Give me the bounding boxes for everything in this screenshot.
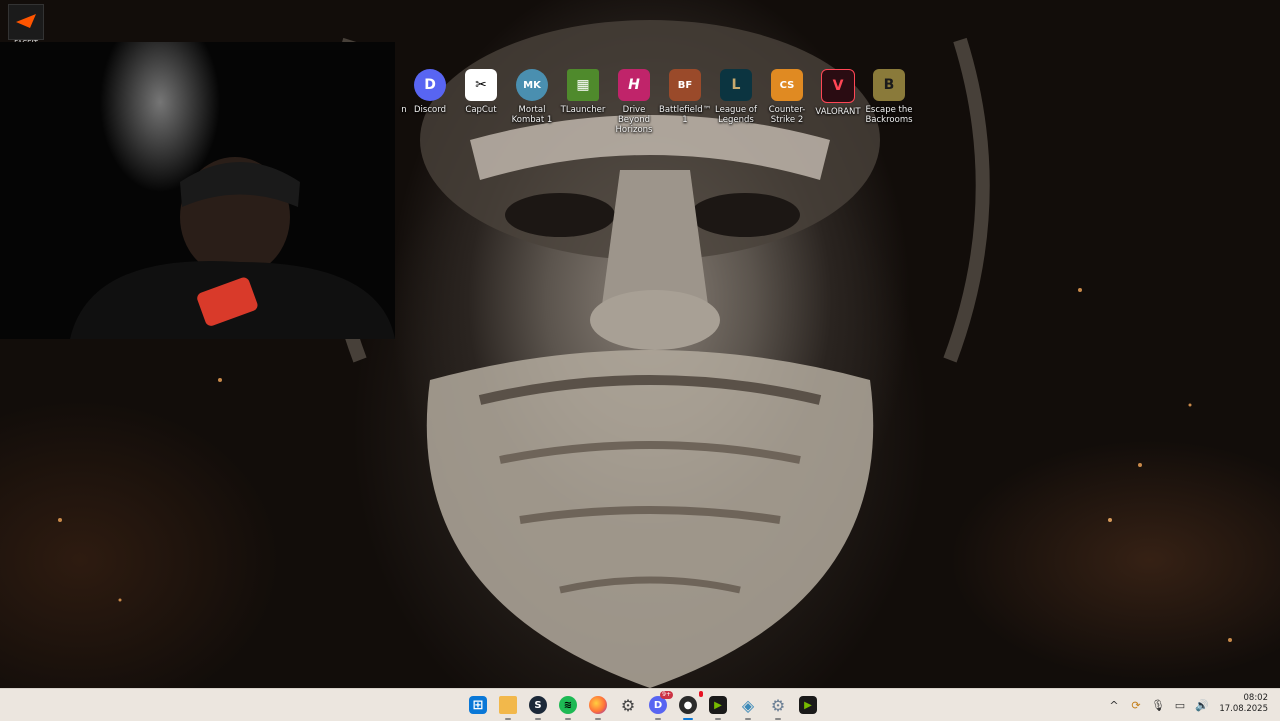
nvidia-icon: ▶ [799,696,817,714]
clock-time: 08:02 [1243,693,1269,703]
desktop-icon-counter-strike[interactable]: CS Counter-Strike 2 [761,68,813,125]
desktop-icon-label: Battlefield™ 1 [659,105,712,125]
taskbar-apps: ⊞ S ≋ ⚙ D 9+ ● ▶ ◈ ⚙ ▶ [466,691,820,720]
desktop-icon-label: Mortal Kombat 1 [511,105,553,125]
desktop-icon-mortal-kombat[interactable]: MK Mortal Kombat 1 [506,68,558,125]
start-button[interactable]: ⊞ [466,693,490,717]
display-icon[interactable]: ▭ [1172,697,1188,713]
gear-icon: ⚙ [620,695,636,715]
desktop-icon-escape-backrooms[interactable]: B Escape the Backrooms [863,68,915,125]
discord-icon: D [414,69,446,101]
chevron-up-icon[interactable]: ^ [1106,697,1122,713]
desktop-icon-label: Discord [414,105,446,115]
faceit-icon [16,14,36,28]
drive-beyond-horizons-icon: H [618,69,650,101]
taskbar-network-app[interactable]: ◈ [736,693,760,720]
capcut-icon: ✂ [465,69,497,101]
nvidia-icon: ▶ [709,696,727,714]
taskbar-spotify[interactable]: ≋ [556,693,580,720]
desktop-icon-label: VALORANT [815,107,861,117]
volume-icon[interactable]: 🔊 [1194,697,1210,713]
mortal-kombat-icon: MK [516,69,548,101]
escape-backrooms-icon: B [873,69,905,101]
windows-start-icon: ⊞ [469,696,487,714]
taskbar-settings[interactable]: ⚙ [616,693,640,717]
desktop-icon-capcut[interactable]: ✂ CapCut [455,68,507,115]
folder-icon [499,696,517,714]
desktop-icon-label: Escape the Backrooms [865,105,913,125]
desktop-icon-tlauncher[interactable]: ▦ TLauncher [557,68,609,115]
battlefield-icon: BF [669,69,701,101]
desktop-icon-valorant[interactable]: V VALORANT [812,68,864,117]
notification-badge: 9+ [660,691,673,699]
valorant-icon: V [821,69,855,103]
taskbar-discord[interactable]: D 9+ [646,691,673,720]
taskbar-firefox[interactable] [586,693,610,720]
desktop-icon-label: League of Legends [715,105,757,125]
desktop-icon-label: Counter-Strike 2 [768,105,806,125]
taskbar-obs[interactable]: ● [676,691,703,720]
sync-icon[interactable]: ⟳ [1128,697,1144,713]
desktop-icon-discord[interactable]: D Discord [404,68,456,115]
recording-dot-icon [699,691,703,697]
taskbar: ⊞ S ≋ ⚙ D 9+ ● ▶ ◈ ⚙ ▶ ^ ⟳ 🎙 ▭ 🔊 08:02 1… [0,688,1280,721]
steam-icon: S [529,696,547,714]
spotify-icon: ≋ [559,696,577,714]
network-app-icon: ◈ [741,695,755,715]
clock-date: 17.08.2025 [1219,704,1268,714]
microphone-icon[interactable]: 🎙 [1150,697,1166,713]
taskbar-steam[interactable]: S [526,693,550,720]
system-tray: ^ ⟳ 🎙 ▭ 🔊 [1106,695,1210,715]
desktop-icon-row: n D Discord ✂ CapCut MK Mortal Kombat 1 … [390,68,920,135]
obs-icon: ● [679,696,697,714]
webcam-overlay [0,42,395,339]
league-of-legends-icon: L [720,69,752,101]
tlauncher-icon: ▦ [567,69,599,101]
clock[interactable]: 08:02 17.08.2025 [1219,693,1268,715]
desktop-icon-label: Drive Beyond Horizons [615,105,653,135]
faceit-shortcut[interactable]: FACEIT [8,4,44,47]
taskbar-settings-2[interactable]: ⚙ [766,693,790,720]
desktop-icon-league-of-legends[interactable]: L League of Legends [710,68,762,125]
desktop-icon-drive-beyond-horizons[interactable]: H Drive Beyond Horizons [608,68,660,135]
firefox-icon [589,696,607,714]
desktop-icon-label: CapCut [465,105,497,115]
counter-strike-icon: CS [771,69,803,101]
desktop-icon-battlefield[interactable]: BF Battlefield™ 1 [659,68,711,125]
desktop-icon-label: TLauncher [560,105,606,115]
taskbar-nvidia-2[interactable]: ▶ [796,693,820,717]
taskbar-file-explorer[interactable] [496,693,520,720]
taskbar-nvidia[interactable]: ▶ [706,693,730,720]
gear-icon: ⚙ [770,695,786,715]
